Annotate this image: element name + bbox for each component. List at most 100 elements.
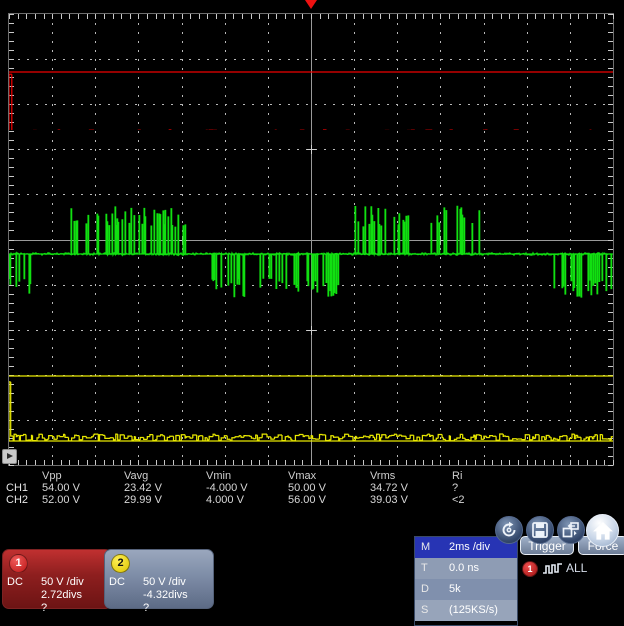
trigger-mode-label[interactable]: ALL (566, 561, 587, 575)
graticule-tick (18, 460, 19, 465)
ch1-scale[interactable]: 50 V /div (41, 576, 84, 589)
measurement-row-channel: CH1 (6, 482, 29, 494)
graticule-tick (216, 460, 217, 465)
ch1-settings-panel[interactable]: 1 DC 50 V /div 2.72divs ? (2, 549, 112, 614)
graticule-tick (276, 460, 277, 465)
ch1-probe[interactable]: ? (41, 602, 84, 615)
graticule-tick (87, 14, 88, 19)
graticule-tick (9, 185, 14, 186)
timebase-key-s: S (415, 600, 443, 621)
graticule-tick (9, 14, 14, 15)
graticule-tick (138, 14, 139, 19)
graticule-tick (346, 14, 347, 19)
graticule-tick (380, 14, 381, 19)
graticule-tick (608, 32, 613, 33)
timebase-value-s[interactable]: (125KS/s) (443, 600, 517, 621)
graticule-tick (182, 14, 183, 19)
ch1-vrms: 34.72 V (370, 482, 408, 494)
trigger-position-marker[interactable] (305, 0, 317, 9)
graticule-tick (199, 460, 200, 465)
home-icon[interactable] (586, 514, 619, 547)
graticule-tick (259, 460, 260, 465)
graticule-tick (604, 14, 605, 19)
measurement-col-vavg: Vavg (124, 470, 149, 482)
ch1-coupling[interactable]: DC (7, 576, 23, 588)
graticule-tick (380, 460, 381, 465)
graticule-tick (509, 460, 510, 465)
ch1-vavg: 23.42 V (124, 482, 162, 494)
graticule-tick (294, 460, 295, 465)
transfer-icon[interactable] (557, 516, 585, 544)
timebase-row-depth[interactable]: D 5k (415, 579, 517, 600)
graticule-tick (518, 460, 519, 465)
graticule-tick (596, 14, 597, 19)
graticule-tick (578, 14, 579, 19)
graticule-tick (527, 460, 528, 465)
graticule-tick (440, 14, 441, 19)
ch2-probe[interactable]: ? (143, 602, 188, 615)
graticule-tick (9, 465, 14, 466)
graticule-tick (95, 14, 96, 19)
graticule-tick (608, 131, 613, 132)
run-indicator-marker[interactable] (2, 449, 17, 464)
ch2-coupling[interactable]: DC (109, 576, 125, 588)
ch2-vmax: 56.00 V (288, 494, 326, 506)
graticule-tick (147, 460, 148, 465)
graticule-tick (458, 14, 459, 19)
graticule-tick (173, 460, 174, 465)
graticule-tick (389, 460, 390, 465)
graticule-tick (251, 460, 252, 465)
graticule-tick (535, 14, 536, 19)
timebase-row-samplerate[interactable]: S (125KS/s) (415, 600, 517, 621)
graticule-tick (389, 14, 390, 19)
save-icon[interactable] (526, 516, 554, 544)
timebase-panel[interactable]: M 2ms /div T 0.0 ns D 5k S (125KS/s) (414, 536, 518, 626)
graticule[interactable] (8, 13, 614, 466)
graticule-tick (251, 14, 252, 19)
graticule-tick (285, 460, 286, 465)
ch1-offset[interactable]: 2.72divs (41, 589, 84, 602)
graticule-tick (608, 14, 613, 15)
graticule-tick (9, 41, 14, 42)
graticule-tick (9, 357, 14, 358)
graticule-tick (182, 460, 183, 465)
graticule-tick (9, 149, 14, 150)
graticule-tick (242, 14, 243, 19)
timebase-value-d[interactable]: 5k (443, 579, 517, 600)
graticule-tick (415, 14, 416, 19)
graticule-tick (608, 456, 613, 457)
ch2-badge[interactable]: 2 (111, 554, 130, 573)
graticule-tick (104, 460, 105, 465)
scope-screen[interactable] (0, 0, 624, 470)
graticule-tick (9, 339, 14, 340)
ch2-scale[interactable]: 50 V /div (143, 576, 188, 589)
graticule-tick (354, 14, 355, 19)
measure-icon[interactable] (495, 516, 523, 544)
graticule-tick (9, 167, 14, 168)
measurement-col-ri: Ri (452, 470, 463, 482)
measurement-table: Vpp Vavg Vmin Vmax Vrms Ri CH1 54.00 V 2… (0, 470, 624, 514)
graticule-tick (613, 14, 614, 19)
graticule-tick (52, 460, 53, 465)
graticule-tick (35, 460, 36, 465)
measurement-col-vrms: Vrms (370, 470, 396, 482)
measurement-col-vmin: Vmin (206, 470, 232, 482)
grid-hline (9, 194, 613, 195)
ch2-offset[interactable]: -4.32divs (143, 589, 188, 602)
timebase-row-delay[interactable]: T 0.0 ns (415, 558, 517, 579)
trigger-source-badge[interactable]: 1 (522, 561, 538, 577)
graticule-tick (527, 14, 528, 19)
graticule-tick (346, 460, 347, 465)
graticule-tick (173, 14, 174, 19)
graticule-tick (466, 14, 467, 19)
timebase-value-t[interactable]: 0.0 ns (443, 558, 517, 579)
graticule-tick (544, 460, 545, 465)
graticule-tick (613, 460, 614, 465)
graticule-tick (69, 460, 70, 465)
ch1-badge[interactable]: 1 (9, 554, 28, 573)
graticule-tick (449, 14, 450, 19)
graticule-tick (276, 14, 277, 19)
graticule-tick (608, 339, 613, 340)
ch2-settings-panel[interactable]: 2 DC 50 V /div -4.32divs ? (104, 549, 214, 614)
graticule-tick (406, 460, 407, 465)
